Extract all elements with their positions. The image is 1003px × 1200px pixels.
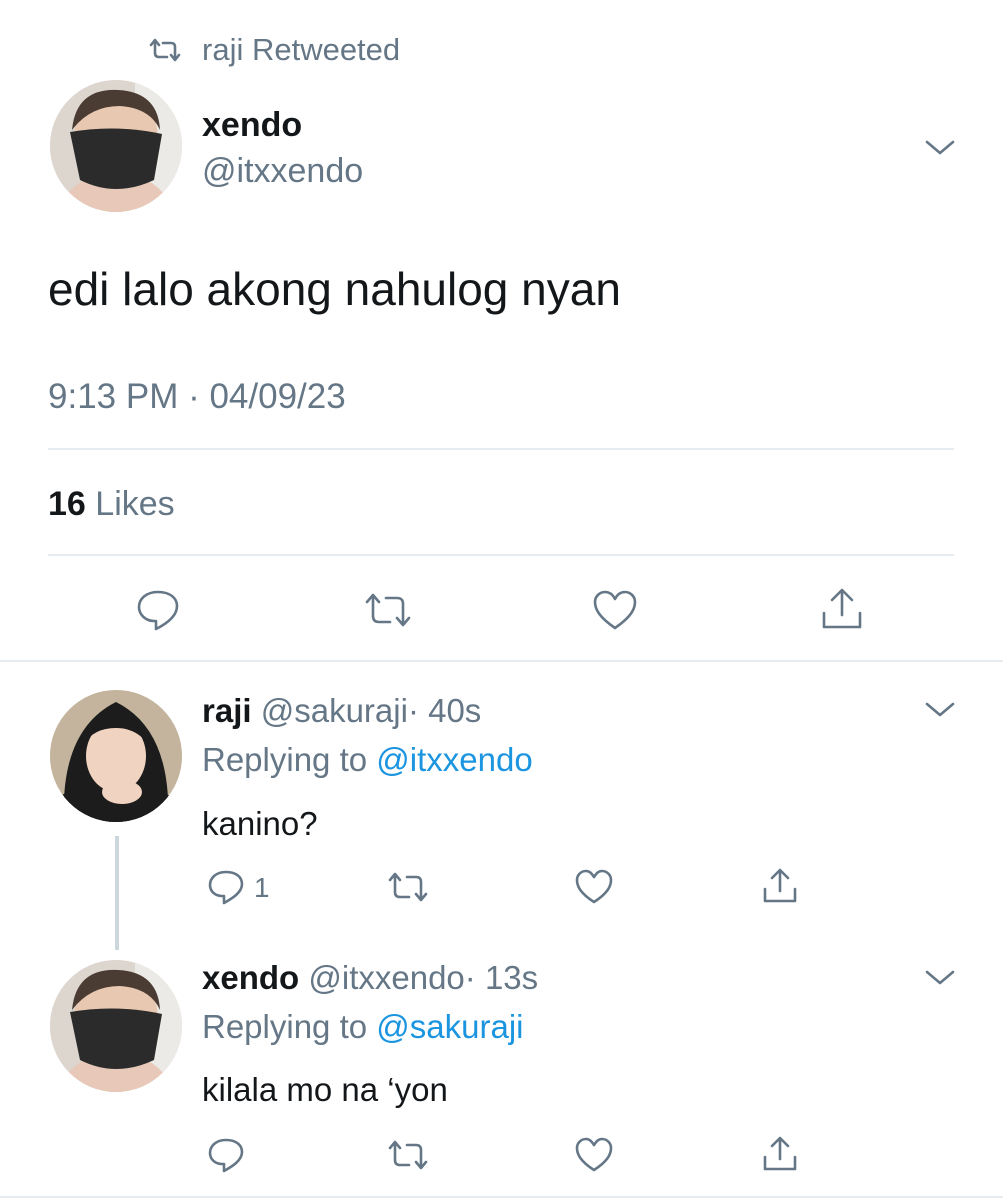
share-icon[interactable] (760, 1134, 800, 1174)
likes-stat[interactable]: 16 Likes (48, 483, 175, 525)
reply-time: · 40s (407, 692, 482, 729)
author-display-name[interactable]: xendo (202, 104, 302, 146)
reply-handle[interactable]: @sakuraji (261, 692, 408, 729)
replying-to: Replying to @itxxendo (202, 739, 533, 781)
reply-icon[interactable] (134, 587, 182, 633)
divider (0, 660, 1003, 662)
reply-count: 1 (254, 872, 270, 903)
retweet-icon[interactable] (386, 1138, 430, 1172)
reply-display-name[interactable]: raji (202, 692, 252, 729)
reply-handle[interactable]: @itxxendo (308, 959, 464, 996)
divider (0, 1196, 1003, 1198)
retweet-context-label: raji Retweeted (202, 32, 401, 67)
replying-to-handle-link[interactable]: @itxxendo (376, 741, 532, 778)
chevron-down-icon[interactable] (923, 136, 957, 158)
retweet-icon (149, 38, 181, 62)
tweet-timestamp: 9:13 PM · 04/09/23 (48, 377, 346, 416)
avatar[interactable] (50, 690, 182, 822)
reply-icon (208, 870, 244, 905)
retweet-icon[interactable] (386, 870, 430, 904)
divider (48, 554, 954, 556)
reply-text: kanino? (202, 805, 318, 842)
divider (48, 448, 954, 450)
reply-icon[interactable] (206, 1136, 246, 1174)
reply-header: xendo @itxxendo· 13s (202, 957, 538, 999)
replying-to-handle-link[interactable]: @sakuraji (376, 1008, 523, 1045)
reply-header: raji @sakuraji· 40s (202, 690, 481, 732)
avatar[interactable] (50, 960, 182, 1092)
like-icon[interactable] (574, 868, 614, 906)
replying-to-label: Replying to (202, 741, 368, 778)
share-icon[interactable] (760, 866, 800, 906)
replying-to-label: Replying to (202, 1008, 368, 1045)
chevron-down-icon[interactable] (923, 698, 957, 720)
share-icon[interactable] (818, 585, 866, 633)
replying-to: Replying to @sakuraji (202, 1006, 524, 1048)
reply-time: · 13s (464, 959, 539, 996)
thread-line (115, 836, 119, 950)
reply-text: kilala mo na ‘yon (202, 1071, 448, 1108)
author-handle[interactable]: @itxxendo (202, 150, 363, 192)
avatar[interactable] (50, 80, 182, 212)
reply-display-name[interactable]: xendo (202, 959, 299, 996)
likes-count: 16 (48, 485, 86, 523)
likes-label: Likes (95, 485, 175, 523)
chevron-down-icon[interactable] (923, 966, 957, 988)
like-icon[interactable] (574, 1136, 614, 1174)
tweet-text: edi lalo akong nahulog nyan (48, 263, 621, 315)
like-icon[interactable] (591, 588, 639, 632)
retweet-icon[interactable] (362, 590, 414, 630)
